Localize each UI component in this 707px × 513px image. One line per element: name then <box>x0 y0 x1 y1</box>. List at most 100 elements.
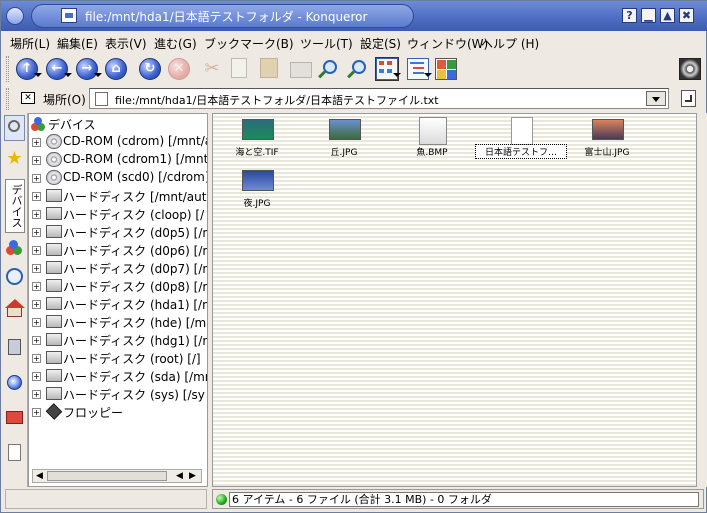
tree-item-label: ハードディスク (d0p8) [/m <box>63 280 208 294</box>
konqueror-gear-icon[interactable] <box>679 58 701 80</box>
tree-expander[interactable]: + <box>32 210 41 219</box>
tree-item[interactable]: + ハードディスク (d0p7) [/m <box>29 259 207 277</box>
tree-item[interactable]: + ハードディスク [/mnt/auto <box>29 187 207 205</box>
cut-icon[interactable]: ✂ <box>201 58 223 80</box>
window-menu-button[interactable] <box>6 7 24 25</box>
tree-expander[interactable]: + <box>32 372 41 381</box>
tree-item[interactable]: + CD-ROM (scd0) [/cdrom] <box>29 169 207 187</box>
menu-settings[interactable]: 設定(S) <box>360 35 401 52</box>
sidebar-config-icon[interactable] <box>4 115 25 141</box>
tree-item[interactable]: + ハードディスク (hde) [/mr <box>29 313 207 331</box>
menu-tools[interactable]: ツール(T) <box>300 35 353 52</box>
tab-devices[interactable]: デバイス <box>5 179 25 233</box>
split-view-icon[interactable] <box>435 58 457 80</box>
minimize-button[interactable]: ▁ <box>641 8 656 23</box>
file-item[interactable]: 富士山.JPG <box>562 119 652 173</box>
home-icon[interactable]: ⌂ <box>105 58 127 80</box>
tree-item[interactable]: + ハードディスク (sda) [/mr <box>29 367 207 385</box>
network-tab-icon[interactable] <box>4 335 25 361</box>
tree-expander[interactable]: + <box>32 174 41 183</box>
tree-expander[interactable]: + <box>32 282 41 291</box>
tree-item[interactable]: + ハードディスク (d0p5) [/m <box>29 223 207 241</box>
forward-dropdown-caret[interactable] <box>94 73 102 77</box>
tree-expander[interactable]: + <box>32 228 41 237</box>
tree-item[interactable]: + ハードディスク (sys) [/sy <box>29 385 207 403</box>
home-tab-icon[interactable] <box>4 297 25 323</box>
title-bar[interactable]: file:/mnt/hda1/日本語テストフォルダ - Konqueror ? … <box>1 1 707 31</box>
tree-item[interactable]: + ハードディスク (hda1) [/m <box>29 295 207 313</box>
tree-item[interactable]: + ハードディスク (d0p8) [/m <box>29 277 207 295</box>
location-history-dropdown[interactable] <box>646 91 666 106</box>
print-icon[interactable] <box>290 62 312 78</box>
location-grip[interactable] <box>6 88 9 110</box>
tree-expander[interactable]: + <box>32 354 41 363</box>
tree-item-label: ハードディスク (root) [/] <box>63 352 201 366</box>
device-tree-panel[interactable]: デバイス + CD-ROM (cdrom) [/mnt/au + CD-ROM (cd… <box>28 113 208 487</box>
paste-icon[interactable] <box>260 58 278 78</box>
go-button-icon[interactable] <box>681 90 696 107</box>
clear-location-icon[interactable]: ✕ <box>21 92 35 104</box>
tree-expander[interactable]: + <box>32 156 41 165</box>
tree-expander[interactable]: + <box>32 300 41 309</box>
konqueror-window: file:/mnt/hda1/日本語テストフォルダ - Konqueror ? … <box>0 0 707 513</box>
file-item[interactable]: 魚.BMP <box>387 117 477 173</box>
menu-view[interactable]: 表示(V) <box>105 35 147 52</box>
devices-tab-icon[interactable] <box>4 237 25 263</box>
tree-expander[interactable]: + <box>32 390 41 399</box>
scroll-left-arrow-icon-2[interactable]: ◀ <box>173 471 186 481</box>
file-view-vertical-scrollbar[interactable] <box>697 113 707 487</box>
status-led-icon <box>216 494 227 505</box>
file-item[interactable]: 海と空.TIF <box>212 119 302 173</box>
scroll-left-arrow-icon[interactable]: ◀ <box>34 471 45 481</box>
location-input[interactable]: file:/mnt/hda1/日本語テストフォルダ/日本語テストファイル.txt <box>89 88 669 109</box>
tree-item[interactable]: + CD-ROM (cdrom) [/mnt/au <box>29 133 207 151</box>
root-folder-tab-icon[interactable] <box>4 405 25 431</box>
close-button[interactable]: ✖ <box>679 8 694 23</box>
toolbar-grip[interactable] <box>6 56 9 82</box>
history-tab-icon[interactable] <box>4 265 25 291</box>
tree-item[interactable]: + ハードディスク (root) [/] <box>29 349 207 367</box>
bookmarks-tab-icon[interactable]: ★ <box>4 147 25 173</box>
maximize-button[interactable]: ▲ <box>660 8 675 23</box>
tree-root[interactable]: デバイス <box>29 115 207 133</box>
file-item[interactable]: 日本語テストフ… <box>475 117 567 173</box>
hard-disk-icon <box>46 225 62 238</box>
image-thumbnail <box>329 119 361 140</box>
tree-view-caret[interactable] <box>424 73 432 77</box>
menu-go[interactable]: 進む(G) <box>154 35 197 52</box>
up-dropdown-caret[interactable] <box>34 73 42 77</box>
tree-item[interactable]: + ハードディスク (cloop) [/ <box>29 205 207 223</box>
help-button[interactable]: ? <box>622 8 637 23</box>
tree-horizontal-scrollbar[interactable]: ◀ ◀ ▶ <box>32 469 202 483</box>
zoom-in-icon[interactable] <box>318 58 340 80</box>
copy-icon[interactable] <box>231 58 247 78</box>
tree-item[interactable]: + CD-ROM (cdrom1) [/mnt/ <box>29 151 207 169</box>
tree-item[interactable]: + ハードディスク (hdg1) [/m <box>29 331 207 349</box>
menu-edit[interactable]: 編集(E) <box>57 35 98 52</box>
tree-item[interactable]: + ハードディスク (d0p6) [/m <box>29 241 207 259</box>
scroll-thumb[interactable] <box>47 471 167 481</box>
menu-help[interactable]: ヘルプ (H) <box>481 35 539 52</box>
file-item[interactable]: 夜.JPG <box>212 170 302 224</box>
menu-window[interactable]: ウィンドウ(W) <box>407 35 488 52</box>
file-item[interactable]: 丘.JPG <box>299 119 389 173</box>
tree-expander[interactable]: + <box>32 408 41 417</box>
menu-location[interactable]: 場所(L) <box>10 35 50 52</box>
file-icon-view[interactable]: 海と空.TIF 丘.JPG 魚.BMP 日本語テストフ… 富士山.JPG 夜.JPG <box>212 113 697 487</box>
back-dropdown-caret[interactable] <box>64 73 72 77</box>
tree-expander[interactable]: + <box>32 138 41 147</box>
tree-expander[interactable]: + <box>32 336 41 345</box>
menu-bookmarks[interactable]: ブックマーク(B) <box>204 35 294 52</box>
tree-expander[interactable]: + <box>32 246 41 255</box>
web-tab-icon[interactable] <box>4 371 25 397</box>
notes-tab-icon[interactable] <box>4 441 25 467</box>
tree-expander[interactable]: + <box>32 192 41 201</box>
zoom-out-icon[interactable] <box>347 58 369 80</box>
tree-item[interactable]: + フロッピー <box>29 403 207 421</box>
reload-icon[interactable]: ↻ <box>139 58 161 80</box>
view-mode-caret[interactable] <box>393 73 401 77</box>
stop-icon[interactable]: ✕ <box>168 58 190 80</box>
tree-expander[interactable]: + <box>32 264 41 273</box>
tree-expander[interactable]: + <box>32 318 41 327</box>
scroll-right-arrow-icon[interactable]: ▶ <box>186 471 199 481</box>
